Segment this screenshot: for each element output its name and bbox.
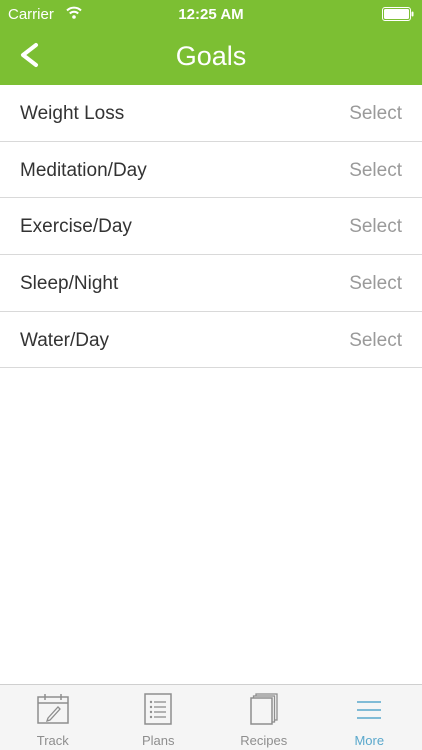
battery-icon (382, 7, 414, 21)
goal-row-exercise[interactable]: Exercise/Day Select (0, 198, 422, 256)
menu-lines-icon (357, 701, 382, 719)
goal-label: Exercise/Day (20, 216, 132, 238)
status-bar: Carrier 12:25 AM (0, 0, 422, 30)
tab-label: Track (36, 733, 69, 748)
tab-more[interactable]: More (317, 685, 422, 750)
tab-label: More (354, 733, 385, 748)
navigation-header: Carrier 12:25 AM Goals (0, 0, 422, 85)
goal-select[interactable]: Select (349, 103, 402, 125)
goal-select[interactable]: Select (349, 330, 402, 352)
list-document-icon (144, 693, 172, 725)
calendar-pen-icon (37, 694, 69, 724)
goal-select[interactable]: Select (349, 160, 402, 182)
goal-row-weight-loss[interactable]: Weight Loss Select (0, 85, 422, 142)
page-title: Goals (175, 41, 247, 71)
tab-recipes[interactable]: Recipes (211, 685, 317, 750)
goal-label: Water/Day (20, 329, 110, 351)
goal-row-sleep[interactable]: Sleep/Night Select (0, 255, 422, 312)
goal-label: Weight Loss (20, 103, 125, 124)
goal-label: Sleep/Night (20, 273, 119, 295)
tab-bar: Track Plans Recipes More (0, 684, 422, 750)
tab-label: Recipes (240, 733, 288, 748)
goal-row-meditation[interactable]: Meditation/Day Select (0, 142, 422, 199)
goal-row-water[interactable]: Water/Day Select (0, 312, 422, 369)
tab-label: Plans (141, 733, 175, 748)
stacked-pages-icon (250, 693, 278, 725)
goal-select[interactable]: Select (349, 216, 402, 238)
tab-plans[interactable]: Plans (106, 685, 212, 750)
status-time: 12:25 AM (178, 6, 244, 23)
tab-track[interactable]: Track (0, 685, 106, 750)
goal-select[interactable]: Select (349, 273, 402, 295)
goal-label: Meditation/Day (20, 159, 147, 181)
goals-list: Weight Loss Select Meditation/Day Select… (0, 85, 422, 369)
